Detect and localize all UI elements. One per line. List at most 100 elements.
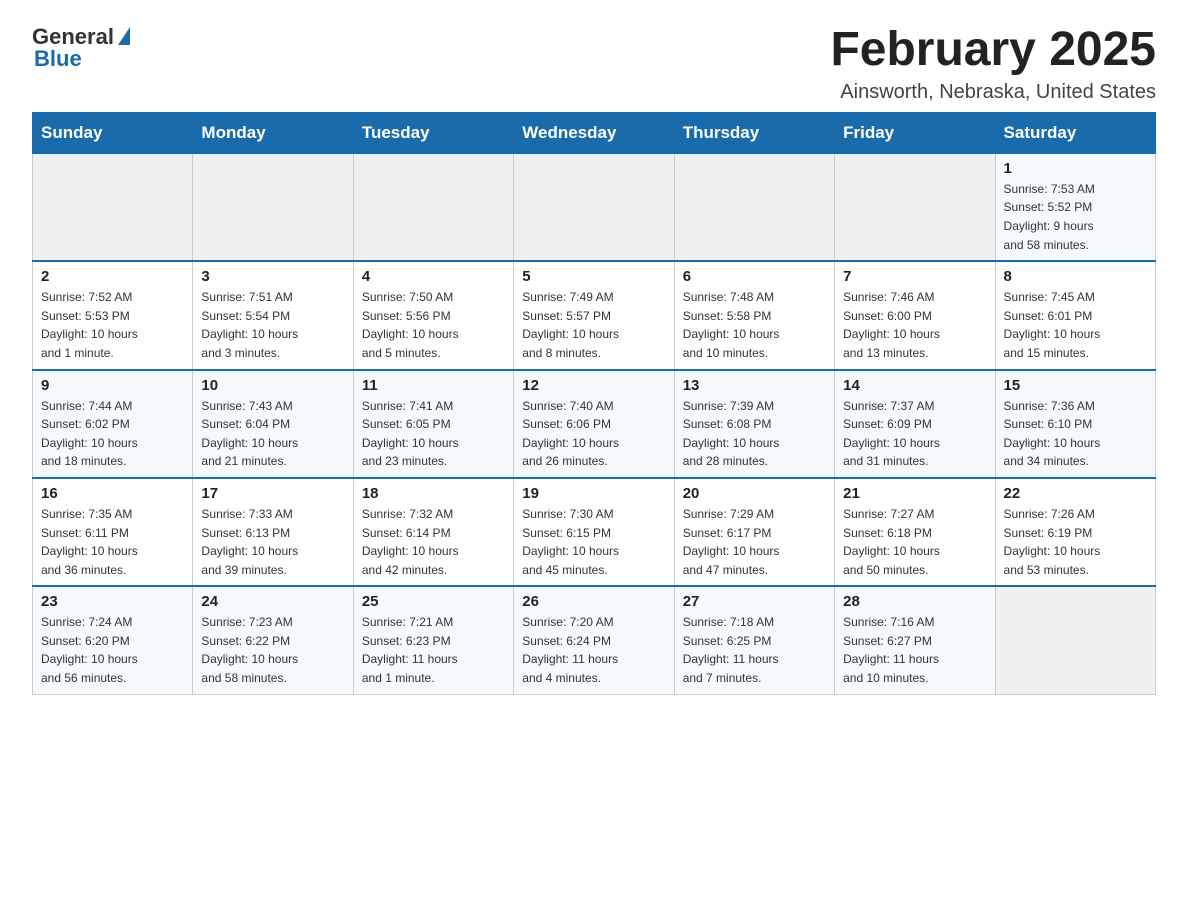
- day-number: 19: [522, 485, 665, 502]
- day-number: 7: [843, 268, 986, 285]
- day-number: 17: [201, 485, 344, 502]
- calendar-cell: 26 Sunrise: 7:20 AM Sunset: 6:24 PM Dayli…: [514, 586, 674, 694]
- calendar-cell: 16 Sunrise: 7:35 AM Sunset: 6:11 PM Dayli…: [33, 478, 193, 586]
- calendar-header-monday: Monday: [193, 112, 353, 153]
- calendar-cell: 10 Sunrise: 7:43 AM Sunset: 6:04 PM Dayli…: [193, 370, 353, 478]
- calendar-week-row: 2 Sunrise: 7:52 AM Sunset: 5:53 PM Daylig…: [33, 261, 1156, 369]
- calendar-cell: 22 Sunrise: 7:26 AM Sunset: 6:19 PM Dayli…: [995, 478, 1155, 586]
- logo: General Blue: [32, 24, 130, 72]
- calendar-header-friday: Friday: [835, 112, 995, 153]
- day-info: Sunrise: 7:20 AM Sunset: 6:24 PM Dayligh…: [522, 613, 665, 687]
- day-number: 13: [683, 377, 826, 394]
- calendar-cell: 19 Sunrise: 7:30 AM Sunset: 6:15 PM Dayli…: [514, 478, 674, 586]
- calendar-header-tuesday: Tuesday: [353, 112, 513, 153]
- day-number: 16: [41, 485, 184, 502]
- day-info: Sunrise: 7:32 AM Sunset: 6:14 PM Dayligh…: [362, 505, 505, 579]
- day-number: 26: [522, 593, 665, 610]
- day-number: 23: [41, 593, 184, 610]
- day-number: 2: [41, 268, 184, 285]
- day-number: 24: [201, 593, 344, 610]
- calendar-cell: 17 Sunrise: 7:33 AM Sunset: 6:13 PM Dayli…: [193, 478, 353, 586]
- calendar-week-row: 9 Sunrise: 7:44 AM Sunset: 6:02 PM Daylig…: [33, 370, 1156, 478]
- calendar-header-wednesday: Wednesday: [514, 112, 674, 153]
- day-info: Sunrise: 7:50 AM Sunset: 5:56 PM Dayligh…: [362, 288, 505, 362]
- calendar-cell: 2 Sunrise: 7:52 AM Sunset: 5:53 PM Daylig…: [33, 261, 193, 369]
- calendar-cell: 13 Sunrise: 7:39 AM Sunset: 6:08 PM Dayli…: [674, 370, 834, 478]
- day-number: 4: [362, 268, 505, 285]
- logo-blue-text: Blue: [34, 46, 82, 72]
- calendar-cell: 15Sunrise: 7:36 AM Sunset: 6:10 PM Dayli…: [995, 370, 1155, 478]
- calendar-header-sunday: Sunday: [33, 112, 193, 153]
- day-info: Sunrise: 7:27 AM Sunset: 6:18 PM Dayligh…: [843, 505, 986, 579]
- day-info: Sunrise: 7:16 AM Sunset: 6:27 PM Dayligh…: [843, 613, 986, 687]
- day-info: Sunrise: 7:30 AM Sunset: 6:15 PM Dayligh…: [522, 505, 665, 579]
- day-info: Sunrise: 7:41 AM Sunset: 6:05 PM Dayligh…: [362, 397, 505, 471]
- calendar-cell: [33, 153, 193, 261]
- day-info: Sunrise: 7:26 AM Sunset: 6:19 PM Dayligh…: [1004, 505, 1147, 579]
- calendar-cell: 7 Sunrise: 7:46 AM Sunset: 6:00 PM Daylig…: [835, 261, 995, 369]
- calendar-week-row: 16 Sunrise: 7:35 AM Sunset: 6:11 PM Dayli…: [33, 478, 1156, 586]
- day-info: Sunrise: 7:37 AM Sunset: 6:09 PM Dayligh…: [843, 397, 986, 471]
- calendar-cell: 1 Sunrise: 7:53 AM Sunset: 5:52 PM Daylig…: [995, 153, 1155, 261]
- day-number: 14: [843, 377, 986, 394]
- calendar-cell: [835, 153, 995, 261]
- calendar-cell: [353, 153, 513, 261]
- calendar-cell: 25 Sunrise: 7:21 AM Sunset: 6:23 PM Dayli…: [353, 586, 513, 694]
- day-info: Sunrise: 7:35 AM Sunset: 6:11 PM Dayligh…: [41, 505, 184, 579]
- day-info: Sunrise: 7:46 AM Sunset: 6:00 PM Dayligh…: [843, 288, 986, 362]
- day-number: 5: [522, 268, 665, 285]
- day-number: 27: [683, 593, 826, 610]
- day-info: Sunrise: 7:44 AM Sunset: 6:02 PM Dayligh…: [41, 397, 184, 471]
- day-number: 1: [1004, 160, 1147, 177]
- day-info: Sunrise: 7:33 AM Sunset: 6:13 PM Dayligh…: [201, 505, 344, 579]
- day-info: Sunrise: 7:36 AM Sunset: 6:10 PM Dayligh…: [1004, 397, 1147, 471]
- day-number: 21: [843, 485, 986, 502]
- day-info: Sunrise: 7:21 AM Sunset: 6:23 PM Dayligh…: [362, 613, 505, 687]
- day-number: 10: [201, 377, 344, 394]
- calendar-header-saturday: Saturday: [995, 112, 1155, 153]
- calendar-cell: 11Sunrise: 7:41 AM Sunset: 6:05 PM Dayli…: [353, 370, 513, 478]
- calendar-cell: 14 Sunrise: 7:37 AM Sunset: 6:09 PM Dayli…: [835, 370, 995, 478]
- day-number: 22: [1004, 485, 1147, 502]
- day-number: 8: [1004, 268, 1147, 285]
- page-header: General Blue February 2025 Ainsworth, Ne…: [32, 24, 1156, 104]
- month-title: February 2025: [830, 24, 1156, 77]
- calendar-cell: 8 Sunrise: 7:45 AM Sunset: 6:01 PM Daylig…: [995, 261, 1155, 369]
- logo-triangle-icon: [118, 27, 130, 45]
- calendar-cell: [193, 153, 353, 261]
- calendar-cell: [674, 153, 834, 261]
- calendar-cell: 18 Sunrise: 7:32 AM Sunset: 6:14 PM Dayli…: [353, 478, 513, 586]
- calendar-cell: 23 Sunrise: 7:24 AM Sunset: 6:20 PM Dayli…: [33, 586, 193, 694]
- calendar-cell: 28 Sunrise: 7:16 AM Sunset: 6:27 PM Dayli…: [835, 586, 995, 694]
- calendar-cell: 3Sunrise: 7:51 AM Sunset: 5:54 PM Daylig…: [193, 261, 353, 369]
- location-text: Ainsworth, Nebraska, United States: [830, 81, 1156, 104]
- day-info: Sunrise: 7:45 AM Sunset: 6:01 PM Dayligh…: [1004, 288, 1147, 362]
- day-info: Sunrise: 7:49 AM Sunset: 5:57 PM Dayligh…: [522, 288, 665, 362]
- day-info: Sunrise: 7:52 AM Sunset: 5:53 PM Dayligh…: [41, 288, 184, 362]
- day-number: 9: [41, 377, 184, 394]
- day-number: 28: [843, 593, 986, 610]
- day-number: 18: [362, 485, 505, 502]
- calendar-cell: 6 Sunrise: 7:48 AM Sunset: 5:58 PM Daylig…: [674, 261, 834, 369]
- calendar-header-row: SundayMondayTuesdayWednesdayThursdayFrid…: [33, 112, 1156, 153]
- calendar-cell: 5 Sunrise: 7:49 AM Sunset: 5:57 PM Daylig…: [514, 261, 674, 369]
- calendar-cell: 21 Sunrise: 7:27 AM Sunset: 6:18 PM Dayli…: [835, 478, 995, 586]
- day-info: Sunrise: 7:43 AM Sunset: 6:04 PM Dayligh…: [201, 397, 344, 471]
- calendar-week-row: 23 Sunrise: 7:24 AM Sunset: 6:20 PM Dayli…: [33, 586, 1156, 694]
- day-number: 25: [362, 593, 505, 610]
- day-info: Sunrise: 7:48 AM Sunset: 5:58 PM Dayligh…: [683, 288, 826, 362]
- day-info: Sunrise: 7:40 AM Sunset: 6:06 PM Dayligh…: [522, 397, 665, 471]
- calendar-cell: 4 Sunrise: 7:50 AM Sunset: 5:56 PM Daylig…: [353, 261, 513, 369]
- day-number: 12: [522, 377, 665, 394]
- day-info: Sunrise: 7:24 AM Sunset: 6:20 PM Dayligh…: [41, 613, 184, 687]
- day-number: 6: [683, 268, 826, 285]
- day-info: Sunrise: 7:53 AM Sunset: 5:52 PM Dayligh…: [1004, 180, 1147, 254]
- calendar-cell: [995, 586, 1155, 694]
- day-info: Sunrise: 7:39 AM Sunset: 6:08 PM Dayligh…: [683, 397, 826, 471]
- calendar-header-thursday: Thursday: [674, 112, 834, 153]
- calendar-cell: 27Sunrise: 7:18 AM Sunset: 6:25 PM Dayli…: [674, 586, 834, 694]
- title-block: February 2025 Ainsworth, Nebraska, Unite…: [830, 24, 1156, 104]
- day-number: 20: [683, 485, 826, 502]
- calendar-table: SundayMondayTuesdayWednesdayThursdayFrid…: [32, 112, 1156, 695]
- day-info: Sunrise: 7:51 AM Sunset: 5:54 PM Dayligh…: [201, 288, 344, 362]
